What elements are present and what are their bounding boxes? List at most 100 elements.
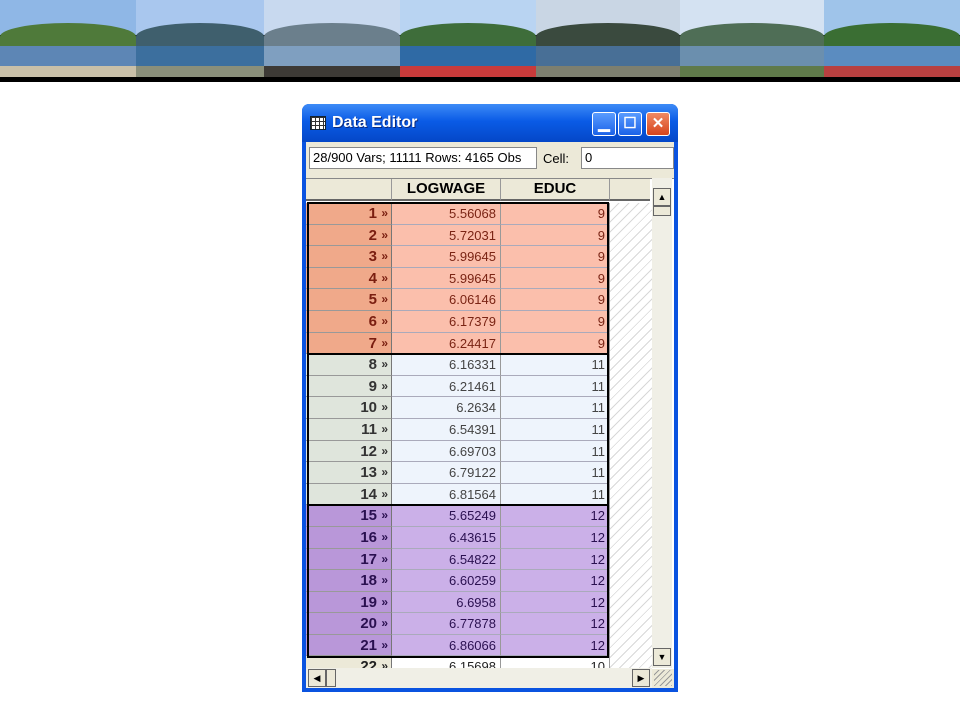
table-row[interactable]: 17 » 6.54822 12	[306, 548, 610, 571]
row-number[interactable]: 8»	[306, 354, 392, 376]
row-number[interactable]: 2»	[306, 224, 392, 247]
table-row[interactable]: 18 » 6.60259 12	[306, 570, 610, 592]
cell-logwage[interactable]: 5.65249	[392, 505, 501, 527]
cell-logwage[interactable]: 6.06146	[392, 289, 501, 311]
cell-educ[interactable]: 12	[501, 548, 610, 571]
cell-educ[interactable]: 11	[501, 418, 610, 441]
row-number[interactable]: 3»	[306, 246, 392, 268]
cell-logwage[interactable]: 6.6958	[392, 591, 501, 614]
table-row[interactable]: 16 » 6.43615 12	[306, 526, 610, 549]
row-number[interactable]: 17 »	[306, 548, 392, 571]
row-number[interactable]: 13 »	[306, 462, 392, 484]
resize-grip[interactable]	[654, 670, 672, 686]
table-row[interactable]: 3» 5.99645 9	[306, 246, 610, 268]
cell-educ[interactable]: 9	[501, 267, 610, 290]
scroll-left-button[interactable]: ◀	[308, 669, 326, 687]
close-button[interactable]: ✕	[646, 112, 670, 136]
row-number[interactable]: 4»	[306, 267, 392, 290]
cell-educ[interactable]: 9	[501, 224, 610, 247]
cell-logwage[interactable]: 6.24417	[392, 332, 501, 355]
cell-educ[interactable]: 12	[501, 634, 610, 657]
cell-logwage[interactable]: 6.17379	[392, 310, 501, 333]
cell-value-input[interactable]: 0	[581, 147, 674, 169]
table-row[interactable]: 10 » 6.2634 11	[306, 397, 610, 419]
cell-logwage[interactable]: 6.2634	[392, 397, 501, 419]
cell-educ[interactable]: 9	[501, 289, 610, 311]
column-header-logwage[interactable]: LOGWAGE	[392, 179, 501, 201]
column-header-educ[interactable]: EDUC	[501, 179, 610, 201]
row-number[interactable]: 10 »	[306, 397, 392, 419]
cell-logwage[interactable]: 5.99645	[392, 246, 501, 268]
cell-educ[interactable]: 11	[501, 375, 610, 398]
cell-educ[interactable]: 12	[501, 591, 610, 614]
vertical-scrollbar[interactable]: ▲ ▼	[652, 178, 672, 668]
cell-logwage[interactable]: 6.43615	[392, 526, 501, 549]
title-bar[interactable]: Data Editor ▁ ☐ ✕	[302, 104, 678, 142]
cell-educ[interactable]: 12	[501, 570, 610, 592]
row-number[interactable]: 5»	[306, 289, 392, 311]
row-number[interactable]: 9»	[306, 375, 392, 398]
table-row[interactable]: 2» 5.72031 9	[306, 224, 610, 247]
cell-educ[interactable]: 12	[501, 526, 610, 549]
table-row[interactable]: 21 » 6.86066 12	[306, 634, 610, 657]
row-number[interactable]: 7»	[306, 332, 392, 355]
cell-educ[interactable]: 11	[501, 483, 610, 506]
scroll-down-button[interactable]: ▼	[653, 648, 671, 666]
table-row[interactable]: 15 » 5.65249 12	[306, 505, 610, 527]
row-number[interactable]: 20 »	[306, 613, 392, 635]
scroll-right-button[interactable]: ▶	[632, 669, 650, 687]
cell-logwage[interactable]: 6.54391	[392, 418, 501, 441]
table-row[interactable]: 4» 5.99645 9	[306, 267, 610, 290]
cell-logwage[interactable]: 6.77878	[392, 613, 501, 635]
table-row[interactable]: 1» 5.56068 9	[306, 203, 610, 225]
table-row[interactable]: 14 » 6.81564 11	[306, 483, 610, 506]
cell-logwage[interactable]: 6.21461	[392, 375, 501, 398]
table-row[interactable]: 7» 6.24417 9	[306, 332, 610, 355]
row-number[interactable]: 16 »	[306, 526, 392, 549]
cell-educ[interactable]: 11	[501, 397, 610, 419]
table-row[interactable]: 19 » 6.6958 12	[306, 591, 610, 614]
cell-logwage[interactable]: 6.81564	[392, 483, 501, 506]
cell-educ[interactable]: 11	[501, 440, 610, 463]
cell-educ[interactable]: 11	[501, 462, 610, 484]
cell-logwage[interactable]: 6.69703	[392, 440, 501, 463]
cell-educ[interactable]: 9	[501, 246, 610, 268]
minimize-button[interactable]: ▁	[592, 112, 616, 136]
vertical-scroll-thumb[interactable]	[653, 206, 671, 216]
cell-educ[interactable]: 11	[501, 354, 610, 376]
table-row[interactable]: 11» 6.54391 11	[306, 418, 610, 441]
cell-logwage[interactable]: 6.54822	[392, 548, 501, 571]
cell-logwage[interactable]: 6.86066	[392, 634, 501, 657]
table-row[interactable]: 12 » 6.69703 11	[306, 440, 610, 463]
cell-logwage[interactable]: 5.56068	[392, 203, 501, 225]
table-row[interactable]: 5» 6.06146 9	[306, 289, 610, 311]
table-row[interactable]: 6» 6.17379 9	[306, 310, 610, 333]
table-row[interactable]: 8» 6.16331 11	[306, 354, 610, 376]
row-number-header[interactable]	[306, 179, 392, 201]
horizontal-scroll-thumb[interactable]	[326, 669, 336, 687]
data-grid[interactable]: LOGWAGE EDUC 1» 5.56068 9 2» 5.72031 9 3» 5.996…	[306, 178, 674, 669]
table-row[interactable]: 9» 6.21461 11	[306, 375, 610, 398]
cell-educ[interactable]: 12	[501, 613, 610, 635]
table-row[interactable]: 20 » 6.77878 12	[306, 613, 610, 635]
cell-educ[interactable]: 12	[501, 505, 610, 527]
row-number[interactable]: 6»	[306, 310, 392, 333]
row-number[interactable]: 15 »	[306, 505, 392, 527]
row-number[interactable]: 1»	[306, 203, 392, 225]
horizontal-scrollbar[interactable]: ◀ ▶	[306, 668, 652, 688]
cell-educ[interactable]: 9	[501, 203, 610, 225]
cell-logwage[interactable]: 5.99645	[392, 267, 501, 290]
empty-column-header[interactable]	[610, 179, 650, 201]
scroll-up-button[interactable]: ▲	[653, 188, 671, 206]
row-number[interactable]: 12 »	[306, 440, 392, 463]
row-number[interactable]: 14 »	[306, 483, 392, 506]
table-row[interactable]: 13 » 6.79122 11	[306, 462, 610, 484]
row-number[interactable]: 11 »	[306, 418, 392, 441]
maximize-button[interactable]: ☐	[618, 112, 642, 136]
cell-logwage[interactable]: 6.79122	[392, 462, 501, 484]
row-number[interactable]: 21 »	[306, 634, 392, 657]
cell-logwage[interactable]: 6.60259	[392, 570, 501, 592]
cell-educ[interactable]: 9	[501, 310, 610, 333]
row-number[interactable]: 19 »	[306, 591, 392, 614]
cell-logwage[interactable]: 6.16331	[392, 354, 501, 376]
